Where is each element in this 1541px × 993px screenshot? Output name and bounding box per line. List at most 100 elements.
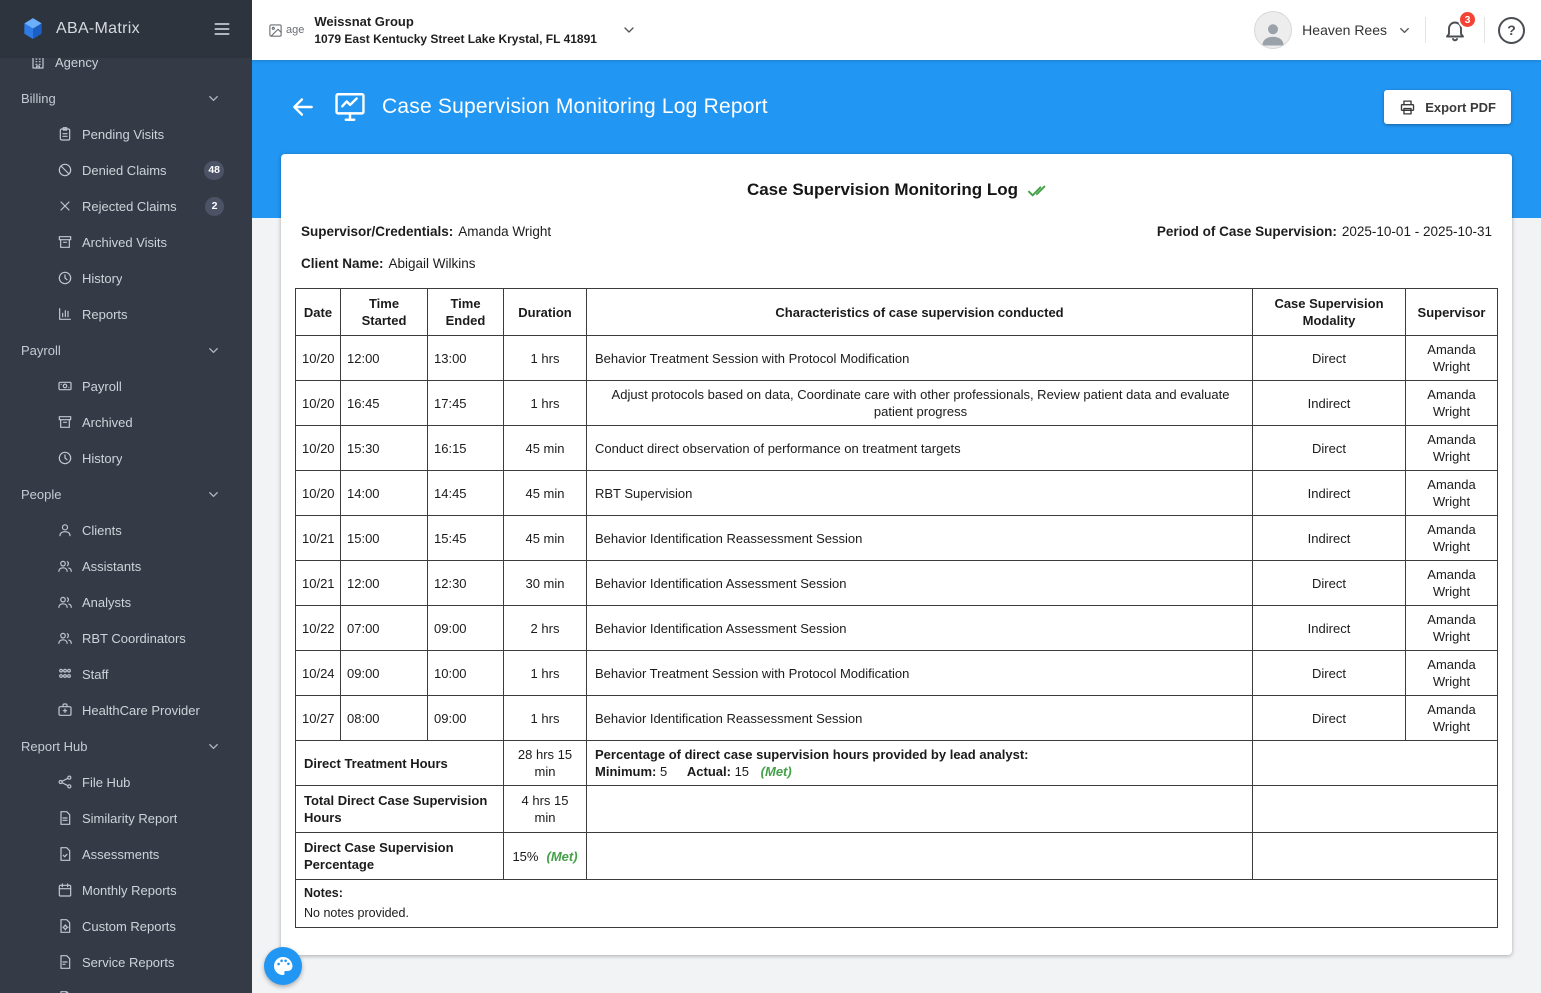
sidebar-item-label: Custom Reports: [82, 918, 176, 934]
group-label: People: [21, 486, 62, 502]
sidebar-item-reports[interactable]: Reports: [0, 296, 252, 332]
sidebar-item-rbt-coordinators[interactable]: RBT Coordinators: [0, 620, 252, 656]
cell-time-started: 12:00: [340, 335, 428, 381]
user-menu[interactable]: Heaven Rees: [1254, 11, 1412, 49]
divider: [1425, 17, 1426, 43]
sidebar-item-label: History: [82, 450, 123, 466]
sidebar-item-file-hub[interactable]: File Hub: [0, 764, 252, 800]
table-row: 10/22 07:00 09:00 2 hrs Behavior Identificat…: [295, 605, 1498, 651]
cell-time-started: 14:00: [340, 470, 428, 516]
avatar: [1254, 11, 1293, 49]
sidebar-group-billing[interactable]: Billing: [0, 80, 252, 116]
report-meta: Supervisor/Credentials: Amanda Wright Per…: [295, 224, 1498, 271]
sidebar-item-history[interactable]: History: [0, 260, 252, 296]
cell-modality: Direct: [1252, 560, 1406, 606]
empty-cell: [1252, 832, 1498, 880]
cell-time-started: 08:00: [340, 695, 428, 741]
history-icon: [57, 450, 73, 466]
sidebar-group-payroll[interactable]: Payroll: [0, 332, 252, 368]
sidebar-item-pending-visits[interactable]: Pending Visits: [0, 116, 252, 152]
count-badge: 48: [204, 160, 224, 180]
empty-cell: [1252, 785, 1498, 833]
lead-analyst-cell: Percentage of direct case supervision ho…: [586, 740, 1253, 786]
sidebar-item-label: Assistants: [82, 558, 142, 574]
theme-palette-button[interactable]: [264, 947, 302, 985]
person-icon: [57, 522, 73, 538]
sidebar-item-label: Reports: [82, 306, 128, 322]
sidebar-item-service-reports[interactable]: Service Reports: [0, 944, 252, 980]
sidebar-item-label: Monthly Reports: [82, 882, 177, 898]
doc-gear-icon: [57, 918, 73, 934]
chevron-down-icon[interactable]: [621, 22, 637, 38]
cell-characteristics: Adjust protocols based on data, Coordina…: [586, 380, 1253, 426]
sidebar-item-rejected-claims[interactable]: Rejected Claims 2: [0, 188, 252, 224]
sidebar-item-archived[interactable]: Archived: [0, 404, 252, 440]
page-title: Case Supervision Monitoring Log Report: [382, 95, 768, 118]
cell-time-ended: 12:30: [427, 560, 504, 606]
supervisor-field: Supervisor/Credentials: Amanda Wright: [301, 224, 551, 239]
cell-time-ended: 14:45: [427, 470, 504, 516]
sidebar-item-label: File Hub: [82, 774, 131, 790]
app-root: ABA-Matrix Agency Billing Pending Visits De…: [0, 0, 1541, 993]
org-text: Weissnat Group 1079 East Kentucky Street…: [314, 14, 597, 46]
sidebar-group-report-hub[interactable]: Report Hub: [0, 728, 252, 764]
cell-characteristics: Conduct direct observation of performanc…: [586, 425, 1253, 471]
cell-supervisor: Amanda Wright: [1405, 515, 1498, 561]
cell-date: 10/21: [295, 560, 341, 606]
supervisor-label: Supervisor/Credentials:: [301, 224, 454, 239]
cell-time-started: 07:00: [340, 605, 428, 651]
cell-supervisor: Amanda Wright: [1405, 470, 1498, 516]
sidebar-item-healthcare-provider[interactable]: HealthCare Provider: [0, 692, 252, 728]
summary-label: Direct Case Supervision Percentage: [295, 832, 504, 880]
cell-modality: Direct: [1252, 335, 1406, 381]
sidebar-item-similarity-report[interactable]: Similarity Report: [0, 800, 252, 836]
sidebar-item-archived-visits[interactable]: Archived Visits: [0, 224, 252, 260]
help-button[interactable]: ?: [1498, 16, 1525, 44]
minimum-label: Minimum:: [595, 764, 657, 779]
export-pdf-button[interactable]: Export PDF: [1384, 90, 1511, 124]
cell-characteristics: Behavior Treatment Session with Protocol…: [586, 650, 1253, 696]
summary-section: Direct Treatment Hours 28 hrs 15 min Per…: [295, 740, 1498, 928]
notifications-button[interactable]: 3: [1439, 10, 1477, 46]
check-icon: [1027, 181, 1046, 200]
org-selector[interactable]: age Weissnat Group 1079 East Kentucky St…: [268, 14, 637, 46]
sidebar-item-label: Archived: [82, 414, 133, 430]
sidebar-item-custom-reports[interactable]: Custom Reports: [0, 908, 252, 944]
sidebar-group-people[interactable]: People: [0, 476, 252, 512]
empty-cell: [586, 832, 1253, 880]
cell-time-ended: 15:45: [427, 515, 504, 561]
group-label: Billing: [21, 90, 56, 106]
sidebar-item-assistants[interactable]: Assistants: [0, 548, 252, 584]
med-case-icon: [57, 702, 73, 718]
sidebar-item-payroll[interactable]: Payroll: [0, 368, 252, 404]
sidebar-item-staff[interactable]: Staff: [0, 656, 252, 692]
cell-modality: Indirect: [1252, 605, 1406, 651]
sidebar-toggle-button[interactable]: [208, 15, 236, 43]
sidebar-item-history[interactable]: History: [0, 440, 252, 476]
table-row: 10/20 16:45 17:45 1 hrs Adjust protocols bas…: [295, 380, 1498, 426]
doc-tool-icon: [57, 954, 73, 970]
cell-duration: 1 hrs: [503, 695, 587, 741]
cell-duration: 1 hrs: [503, 380, 587, 426]
cell-date: 10/27: [295, 695, 341, 741]
summary-row-direct-treatment: Direct Treatment Hours 28 hrs 15 min Per…: [295, 740, 1498, 786]
sidebar-item-label: Payroll: [82, 378, 122, 394]
sidebar-item-denied-claims[interactable]: Denied Claims 48: [0, 152, 252, 188]
sidebar-item-analysts[interactable]: Analysts: [0, 584, 252, 620]
summary-value: 4 hrs 15 min: [503, 785, 587, 833]
history-icon: [57, 270, 73, 286]
sidebar-item-supervision-logs[interactable]: Supervision Logs: [0, 980, 252, 993]
sidebar-item-clients[interactable]: Clients: [0, 512, 252, 548]
back-button[interactable]: [288, 92, 318, 122]
notes-cell: Notes: No notes provided.: [295, 879, 1498, 928]
cell-date: 10/24: [295, 650, 341, 696]
user-name: Heaven Rees: [1302, 22, 1387, 38]
sidebar-item-assessments[interactable]: Assessments: [0, 836, 252, 872]
group-label: Payroll: [21, 342, 61, 358]
slash-circle-icon: [57, 162, 73, 178]
brand-name: ABA-Matrix: [56, 20, 140, 37]
summary-value: 15% (Met): [503, 832, 587, 880]
cell-time-ended: 13:00: [427, 335, 504, 381]
notes-row: Notes: No notes provided.: [295, 879, 1498, 928]
sidebar-item-monthly-reports[interactable]: Monthly Reports: [0, 872, 252, 908]
